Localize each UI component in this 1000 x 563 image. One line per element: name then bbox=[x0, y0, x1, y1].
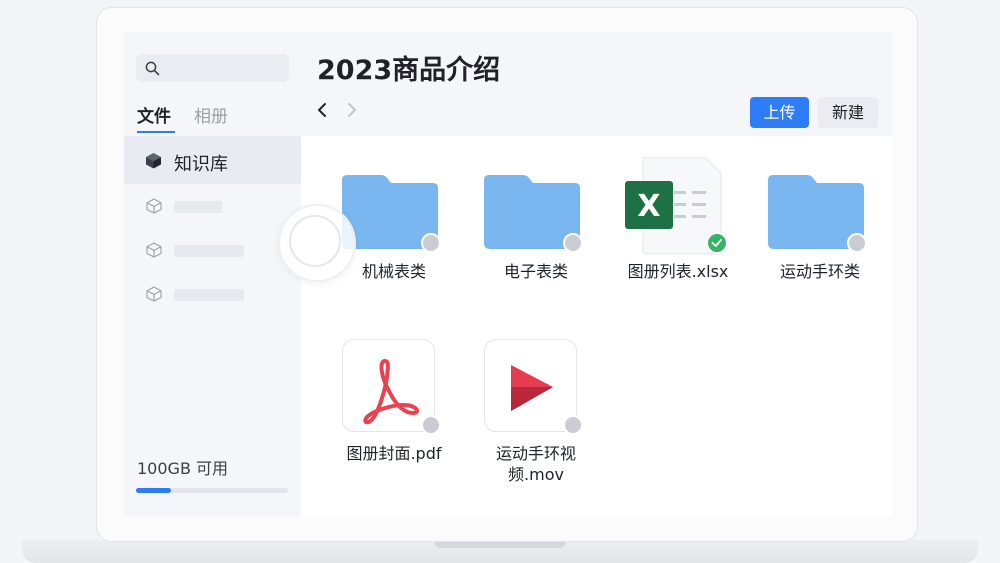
placeholder-bar bbox=[174, 245, 244, 257]
excel-file-icon: X bbox=[613, 157, 743, 257]
cloud-status-icon bbox=[421, 233, 441, 253]
storage-bar bbox=[136, 488, 288, 493]
sidebar-item-label: 知识库 bbox=[174, 154, 228, 175]
file-name: 图册封面.pdf bbox=[346, 444, 442, 463]
cube-outline-icon bbox=[146, 242, 162, 258]
sidebar-item-knowledge-base[interactable]: 知识库 bbox=[124, 136, 301, 184]
page-title: 2023商品介绍 bbox=[317, 55, 501, 86]
active-tab-indicator bbox=[137, 131, 175, 133]
file-name: 运动手环视频.mov bbox=[495, 444, 576, 484]
back-arrow-icon[interactable] bbox=[316, 102, 330, 118]
folder-icon bbox=[755, 157, 885, 257]
file-name: 运动手环类 bbox=[779, 262, 860, 281]
forward-arrow-icon[interactable] bbox=[344, 102, 358, 118]
synced-check-icon bbox=[706, 232, 728, 254]
tab-files[interactable]: 文件 bbox=[137, 102, 171, 127]
tab-albums[interactable]: 相册 bbox=[194, 102, 228, 127]
cloud-status-icon bbox=[421, 415, 441, 435]
sidebar-item-placeholder[interactable] bbox=[124, 187, 301, 227]
sidebar-item-placeholder[interactable] bbox=[124, 275, 301, 315]
cloud-status-icon bbox=[563, 415, 583, 435]
cube-outline-icon bbox=[146, 198, 162, 214]
placeholder-bar bbox=[174, 289, 244, 301]
cloud-status-icon bbox=[847, 233, 867, 253]
video-file-icon bbox=[471, 339, 601, 439]
placeholder-bar bbox=[174, 201, 222, 213]
app-window: 文件 相册 知识库 100GB 可用 2023商品介绍 上传 新建 机械表类 电… bbox=[124, 32, 892, 516]
cube-outline-icon bbox=[146, 286, 162, 302]
search-input[interactable] bbox=[136, 54, 289, 82]
laptop-notch bbox=[434, 541, 566, 548]
storage-label: 100GB 可用 bbox=[137, 459, 229, 478]
folder-icon bbox=[471, 157, 601, 257]
new-button[interactable]: 新建 bbox=[818, 97, 878, 128]
upload-button[interactable]: 上传 bbox=[750, 97, 809, 128]
sidebar-item-placeholder[interactable] bbox=[124, 231, 301, 271]
file-name: 机械表类 bbox=[361, 262, 426, 281]
cube-icon bbox=[146, 153, 161, 169]
svg-text:X: X bbox=[637, 189, 660, 224]
loading-spinner bbox=[280, 206, 354, 280]
sidebar: 文件 相册 知识库 100GB 可用 bbox=[124, 32, 301, 516]
pdf-file-icon bbox=[329, 339, 459, 439]
storage-bar-fill bbox=[136, 488, 171, 493]
file-name: 电子表类 bbox=[503, 262, 568, 281]
file-name: 图册列表.xlsx bbox=[627, 262, 729, 281]
search-icon bbox=[145, 61, 160, 76]
cloud-status-icon bbox=[563, 233, 583, 253]
